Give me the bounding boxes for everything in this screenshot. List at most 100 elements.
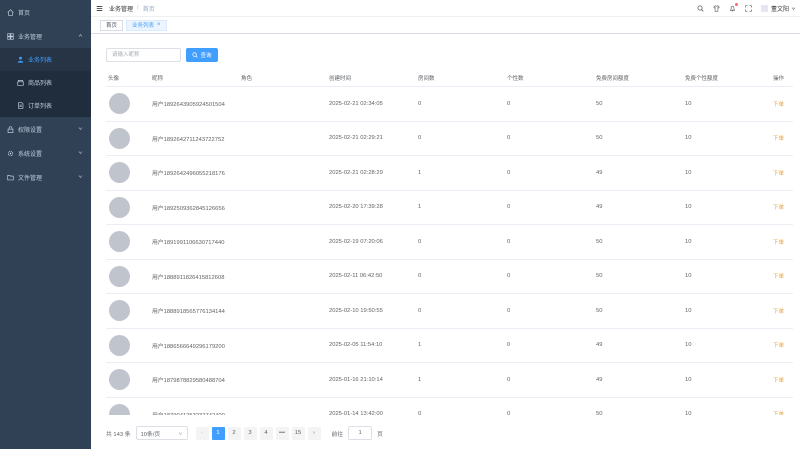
avatar-cell xyxy=(106,334,150,356)
tag-business-list[interactable]: 业务列表 × xyxy=(126,19,167,31)
bell-icon[interactable] xyxy=(729,3,738,12)
free-personality-quota-cell: 10 xyxy=(685,204,692,211)
avatar xyxy=(109,334,130,356)
nickname-cell: 用户1892642496055218176 xyxy=(152,171,225,178)
order-link[interactable]: 下单 xyxy=(773,205,784,211)
avatar xyxy=(109,127,130,149)
search-form: 查询 xyxy=(106,48,218,62)
sidebar-item-product-list[interactable]: 商品列表 xyxy=(0,71,91,94)
order-link[interactable]: 下单 xyxy=(773,102,784,108)
free-personality-quota-cell: 10 xyxy=(685,376,692,383)
column-header: 昵称 xyxy=(152,76,164,82)
sidebar-item-label: 系统设置 xyxy=(18,151,43,158)
tag-home[interactable]: 首页 xyxy=(100,19,124,31)
nickname-cell: 用户1879041253232742400 xyxy=(150,410,239,415)
action-cell: 下单 xyxy=(771,341,793,349)
business-submenu: 业务列表 商品列表 订单列表 xyxy=(0,48,91,117)
breadcrumb-current: 首页 xyxy=(142,6,155,13)
order-link[interactable]: 下单 xyxy=(773,171,784,177)
avatar xyxy=(109,369,130,391)
table-row: 用户1892642496055218176 2025-02-21 02:28:29… xyxy=(106,156,793,191)
avatar-cell xyxy=(106,162,150,184)
prev-page-button[interactable]: ‹ xyxy=(195,426,209,440)
sidebar-item-home[interactable]: 首页 xyxy=(0,0,91,24)
room-count-cell: 1 xyxy=(418,204,422,211)
hamburger-icon[interactable] xyxy=(96,5,103,12)
user-icon xyxy=(17,56,24,63)
query-button[interactable]: 查询 xyxy=(186,48,218,62)
table-row: 用户1888918565776134144 2025-02-10 19:50:55… xyxy=(106,294,793,329)
created-time-cell: 2025-02-05 11:54:10 xyxy=(329,342,383,349)
order-link[interactable]: 下单 xyxy=(773,274,784,280)
sidebar-item-label: 商品列表 xyxy=(28,81,53,87)
created-time-cell: 2025-02-11 06:42:50 xyxy=(329,273,383,280)
order-link[interactable]: 下单 xyxy=(773,240,784,246)
page-button[interactable]: 2 xyxy=(227,426,241,440)
avatar xyxy=(109,265,130,287)
column-header: 头像 xyxy=(108,76,120,82)
order-link[interactable]: 下单 xyxy=(773,309,784,315)
close-icon[interactable]: × xyxy=(157,22,161,28)
order-link[interactable]: 下单 xyxy=(773,343,784,349)
goto-page-input[interactable]: 1 xyxy=(348,426,373,440)
search-icon[interactable] xyxy=(697,5,704,12)
header-actions: 董文阳 xyxy=(697,0,800,17)
chevron-down-icon xyxy=(78,151,83,154)
room-count-cell: 0 xyxy=(418,238,422,245)
nickname-cell: 用户1891991106630717440 xyxy=(152,240,225,247)
room-count-cell: 0 xyxy=(418,307,422,314)
created-time-cell: 2025-02-21 02:34:05 xyxy=(329,100,383,107)
room-count-cell: 1 xyxy=(418,342,422,349)
personality-count-cell: 0 xyxy=(507,307,511,314)
order-link[interactable]: 下单 xyxy=(773,412,784,415)
home-icon xyxy=(7,8,14,16)
nickname-search-input[interactable] xyxy=(106,48,181,62)
order-link[interactable]: 下单 xyxy=(773,378,784,384)
avatar-cell xyxy=(106,93,150,115)
nickname-cell: 用户1888918565776134144 xyxy=(152,309,225,316)
user-menu[interactable]: 董文阳 xyxy=(760,4,796,13)
sidebar-item-business[interactable]: 业务管理 xyxy=(0,24,91,48)
personality-count-cell: 0 xyxy=(507,135,511,142)
avatar-cell xyxy=(106,300,150,322)
room-count-cell: 1 xyxy=(418,376,422,383)
column-header: 房间数 xyxy=(418,76,435,82)
tag-label: 业务列表 xyxy=(132,23,155,29)
sidebar-item-permissions[interactable]: 权限设置 xyxy=(0,117,91,141)
page-size-select[interactable]: 10条/页 xyxy=(135,426,188,440)
sidebar-item-files[interactable]: 文件管理 xyxy=(0,165,91,189)
breadcrumb-item[interactable]: 业务管理 xyxy=(109,4,133,13)
avatar-cell xyxy=(106,265,150,287)
chevron-down-icon xyxy=(78,175,83,178)
created-time-cell: 2025-01-14 13:42:00 xyxy=(329,411,383,415)
notification-dot xyxy=(734,3,738,6)
avatar xyxy=(760,5,768,12)
sidebar-item-system[interactable]: 系统设置 xyxy=(0,141,91,165)
free-room-quota-cell: 50 xyxy=(596,100,603,107)
page-button[interactable]: 1 xyxy=(211,426,225,440)
sidebar-item-business-list[interactable]: 业务列表 xyxy=(0,48,91,71)
pagination: 共 143 条 10条/页 ‹ 1 2 3 4 ••• 15 › 前往 1 页 xyxy=(106,426,383,440)
chevron-down-icon xyxy=(78,127,83,130)
page-button[interactable]: 15 xyxy=(291,426,305,440)
created-time-cell: 2025-02-20 17:39:28 xyxy=(329,204,383,211)
free-room-quota-cell: 50 xyxy=(596,307,603,314)
sidebar-item-order-list[interactable]: 订单列表 xyxy=(0,94,91,117)
fullscreen-icon[interactable] xyxy=(745,5,752,12)
sidebar-item-label: 权限设置 xyxy=(18,127,43,134)
shirt-icon[interactable] xyxy=(713,5,720,12)
nickname-cell: 用户1892642711243722752 xyxy=(152,136,225,143)
sidebar: 首页 业务管理 业务列表 商品列表 订单列表 权限设置 系统设置 文件管理 xyxy=(0,0,91,449)
avatar xyxy=(109,162,130,184)
breadcrumb: 业务管理 / 首页 xyxy=(109,4,155,13)
column-header: 个性数 xyxy=(507,76,524,82)
folder-icon xyxy=(7,174,14,181)
more-pages-button[interactable]: ••• xyxy=(275,426,289,440)
main-content: 查询 头像 昵称 角色 创建时间 房间数 个性数 免费房间额度 免费个性额度 操… xyxy=(91,34,800,449)
grid-icon xyxy=(7,32,14,40)
next-page-button[interactable]: › xyxy=(307,426,321,440)
page-button[interactable]: 4 xyxy=(259,426,273,440)
nickname-cell: 用户1888911826415812608 xyxy=(152,274,225,281)
order-link[interactable]: 下单 xyxy=(773,136,784,142)
page-button[interactable]: 3 xyxy=(243,426,257,440)
